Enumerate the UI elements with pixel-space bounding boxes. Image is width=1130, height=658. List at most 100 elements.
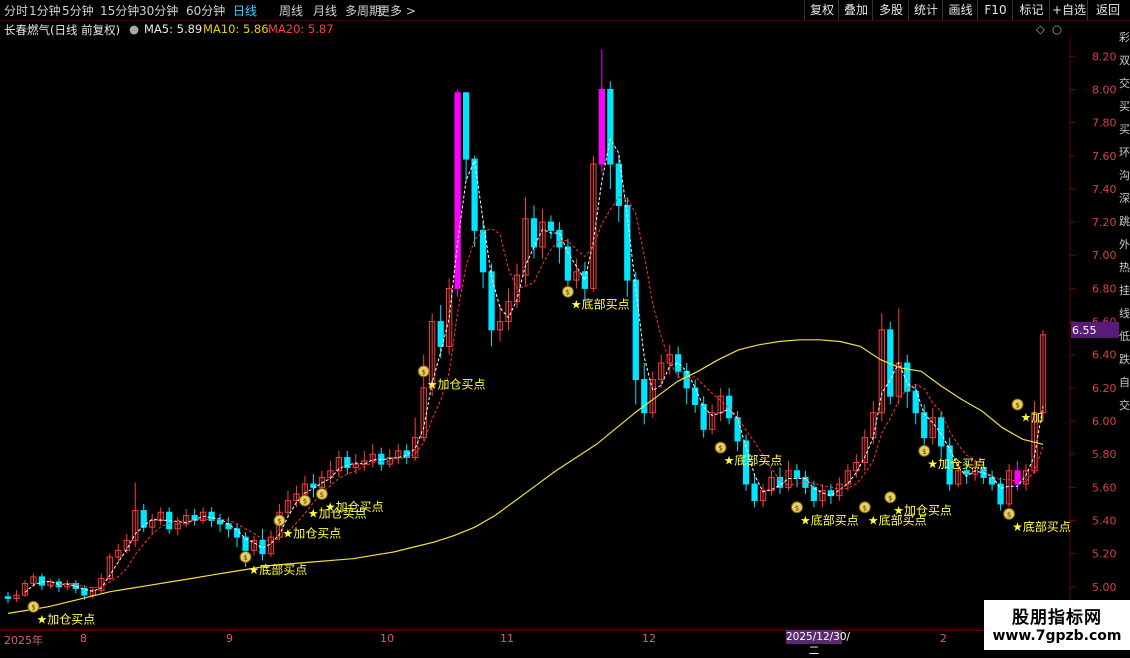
side-char: 环 (1119, 146, 1130, 159)
tab-8[interactable]: 月线 (313, 2, 337, 19)
side-char: 热 (1119, 261, 1130, 274)
price-label: 8.00 (1092, 83, 1117, 96)
money-bag-glyph: $ (303, 498, 307, 506)
tab-1[interactable]: 1分钟 (29, 2, 61, 19)
tab-4[interactable]: 30分钟 (139, 2, 178, 19)
money-bag-glyph: $ (888, 494, 892, 502)
time-label: 8 (80, 632, 87, 645)
time-label: 9 (226, 632, 233, 645)
price-label: 8.20 (1092, 50, 1117, 63)
price-label: 7.20 (1092, 216, 1117, 229)
add-buy-signal: ★加仓买点 (893, 503, 952, 517)
tab-6[interactable]: 日线 (233, 2, 257, 19)
side-char: 双 (1119, 54, 1130, 67)
tab-9[interactable]: 多周期 (345, 2, 381, 19)
toolbar-button-0[interactable]: 复权 (804, 0, 839, 20)
price-label: 6.40 (1092, 349, 1117, 362)
indicator-info-bar: 长春燃气(日线 前复权) ● MA5: 5.89 MA10: 5.86 MA20… (0, 21, 1070, 37)
money-bag-glyph: $ (421, 368, 425, 376)
toolbar-button-1[interactable]: 叠加 (838, 0, 873, 20)
candle-body (437, 321, 444, 347)
side-char: 沟 (1119, 169, 1130, 182)
bottom-buy-signal: ★底部买点 (800, 512, 859, 527)
time-label: 2 (940, 632, 947, 645)
period-toolbar: 分时 1分钟 5分钟 15分钟 30分钟 60分钟 日线 周线 月线 多周期 更多 > 复权 叠加 多股统… (0, 0, 1130, 21)
candle-body (598, 88, 605, 165)
time-label: 11 (500, 632, 514, 645)
candle-body (734, 417, 741, 442)
side-char: 深 (1119, 192, 1130, 205)
toolbar-button-7[interactable]: +自选 (1049, 0, 1088, 20)
toolbar-button-2[interactable]: 多股 (872, 0, 909, 20)
add-buy-signal: ★加仓买点 (325, 500, 384, 514)
side-char: 外 (1119, 238, 1130, 251)
candle-body (581, 271, 589, 289)
money-bag-glyph: $ (922, 448, 926, 456)
tab-10[interactable]: 更多 > (378, 2, 416, 19)
stock-title[interactable]: 长春燃气(日线 前复权) (4, 22, 120, 38)
candle-body (938, 417, 945, 447)
money-bag-glyph: $ (1015, 401, 1019, 409)
ma-settings-icon[interactable]: ● (129, 22, 139, 36)
current-price-label: 6.55 (1072, 324, 1097, 337)
candle-body (700, 403, 707, 430)
side-char: 交 (1119, 399, 1130, 412)
side-char: 彩 (1119, 31, 1130, 44)
tab-2[interactable]: 5分钟 (62, 2, 94, 19)
candle-body (904, 362, 911, 392)
candle-body (462, 92, 470, 160)
price-label: 5.40 (1092, 515, 1117, 528)
ma10-value: MA10: 5.86 (203, 22, 269, 36)
watermark: 股朋指标网 www.7gpzb.com (984, 600, 1130, 650)
price-label: 5.20 (1092, 548, 1117, 561)
add-buy-signal: ★加仓买点 (36, 613, 95, 627)
money-bag-glyph: $ (277, 518, 281, 526)
candle-body (607, 88, 614, 165)
kline-chart[interactable]: 8.208.007.807.607.407.207.006.806.606.40… (0, 38, 1130, 630)
candle-body (675, 354, 682, 372)
cursor-date: 2025/12/30/二 (786, 630, 851, 657)
candle-body (38, 576, 46, 586)
ma20-value: MA20: 5.87 (268, 22, 334, 36)
watermark-url: www.7gpzb.com (992, 628, 1122, 644)
money-bag-glyph: $ (31, 604, 35, 612)
side-char: 买 (1119, 123, 1130, 136)
money-bag-glyph: $ (566, 289, 570, 297)
candle-body (683, 370, 690, 389)
candle-body (997, 483, 1004, 505)
bottom-buy-signal: ★底部买点 (724, 453, 783, 468)
toolbar-button-3[interactable]: 统计 (908, 0, 943, 20)
side-char: 跳 (1119, 215, 1130, 228)
money-bag-glyph: $ (718, 445, 722, 453)
time-label: 10 (380, 632, 394, 645)
circle-icon[interactable]: ○ (1052, 22, 1062, 36)
tab-3[interactable]: 15分钟 (100, 2, 139, 19)
candle-body (216, 520, 224, 525)
add-buy-signal: ★加 (1021, 410, 1044, 424)
time-label: 2025年 (4, 634, 43, 647)
side-char: 低 (1119, 330, 1130, 343)
candle-body (4, 596, 12, 599)
tab-0[interactable]: 分时 (4, 2, 28, 19)
time-axis: 2025年 8 9 10 11 12 2 (0, 630, 1070, 651)
time-label: 12 (642, 632, 656, 645)
candle-body (921, 412, 928, 439)
candle-body (208, 511, 215, 522)
price-label: 5.60 (1092, 481, 1117, 494)
bottom-buy-signal: ★底部买点 (571, 297, 630, 312)
toolbar-button-4[interactable]: 画线 (942, 0, 978, 20)
side-panel-text: 彩双交买买环沟深跳外热挂线低跌自交 (1118, 21, 1130, 601)
toolbar-button-5[interactable]: F10 (977, 0, 1013, 20)
toolbar-button-8[interactable]: 返回 (1087, 0, 1128, 20)
bottom-buy-signal: ★底部买点 (1012, 519, 1071, 534)
tab-7[interactable]: 周线 (279, 2, 303, 19)
candle-body (471, 158, 478, 231)
price-label: 6.20 (1092, 382, 1117, 395)
candle-body (793, 470, 801, 478)
price-label: 7.80 (1092, 117, 1117, 130)
diamond-icon[interactable]: ◇ (1036, 22, 1045, 36)
side-char: 自 (1119, 376, 1130, 389)
tab-5[interactable]: 60分钟 (186, 2, 225, 19)
ma5-value: MA5: 5.89 (144, 22, 203, 36)
toolbar-button-6[interactable]: 标记 (1012, 0, 1050, 20)
